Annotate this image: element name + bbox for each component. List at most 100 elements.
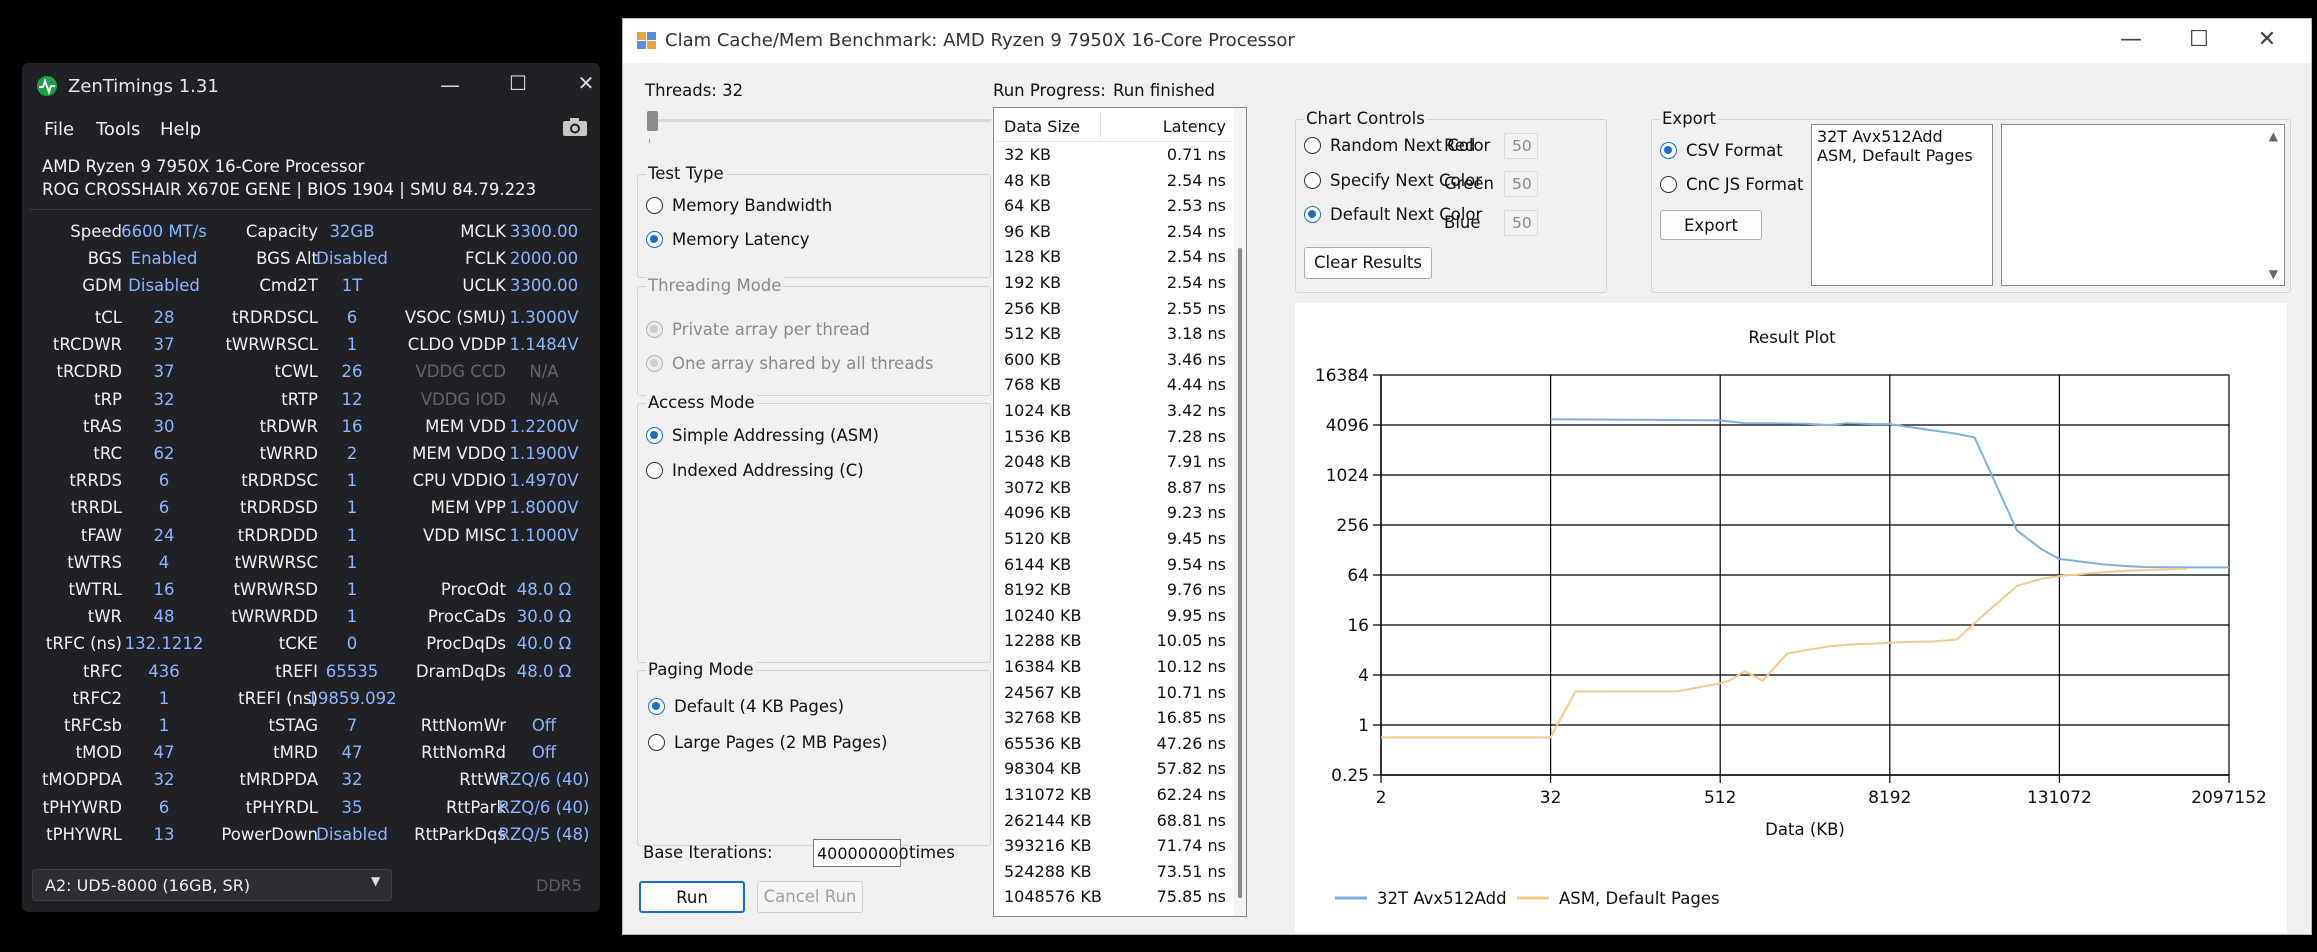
table-row[interactable]: 600 KB 3.46 ns <box>994 347 1234 373</box>
cancel-run-button[interactable]: Cancel Run <box>757 881 863 913</box>
y-tick-label: 1 <box>1358 716 1369 736</box>
cell-latency: 2.54 ns <box>1166 170 1226 190</box>
export-list-item[interactable]: ASM, Default Pages <box>1817 146 1987 165</box>
cell-data-size: 98304 KB <box>1004 759 1082 779</box>
table-row[interactable]: 768 KB 4.44 ns <box>994 372 1234 398</box>
base-iterations-input[interactable]: 400000000 <box>813 839 909 867</box>
test-type-group: Test Type Memory Bandwidth Memory Latenc… <box>637 164 991 278</box>
scroll-down-icon[interactable]: ▼ <box>2269 267 2278 281</box>
timing-value: N/A <box>529 362 559 382</box>
radio-default-pages[interactable]: Default (4 KB Pages) <box>648 697 844 716</box>
table-row[interactable]: 5120 KB 9.45 ns <box>994 526 1234 552</box>
radio-cnc-js-format[interactable]: CnC JS Format <box>1660 175 1803 194</box>
dimm-select[interactable]: A2: UD5-8000 (16GB, SR) ▼ <box>32 869 392 901</box>
scroll-up-icon[interactable]: ▲ <box>2269 129 2278 143</box>
cell-data-size: 512 KB <box>1004 324 1062 344</box>
table-row[interactable]: 16384 KB 10.12 ns <box>994 654 1234 680</box>
x-tick-label: 8192 <box>1868 788 1911 808</box>
table-row[interactable]: 1536 KB 7.28 ns <box>994 424 1234 450</box>
blue-input[interactable]: 50 <box>1504 210 1538 236</box>
close-icon[interactable]: ✕ <box>566 71 606 95</box>
green-input[interactable]: 50 <box>1504 171 1538 197</box>
timing-value: Disabled <box>128 276 200 296</box>
table-row[interactable]: 64 KB 2.53 ns <box>994 193 1234 219</box>
header-latency[interactable]: Latency <box>1163 117 1226 136</box>
timing-value: 4 <box>158 552 170 572</box>
legend-label: ASM, Default Pages <box>1559 889 1720 908</box>
table-row[interactable]: 2048 KB 7.91 ns <box>994 449 1234 475</box>
timing-value: 1 <box>346 498 358 518</box>
clam-app-icon <box>637 32 656 49</box>
menu-help[interactable]: Help <box>160 119 201 140</box>
table-row[interactable]: 65536 KB 47.26 ns <box>994 731 1234 757</box>
table-row[interactable]: 8192 KB 9.76 ns <box>994 577 1234 603</box>
zentimings-window: ZenTimings 1.31 — ☐ ✕ File Tools Help AM… <box>22 63 600 912</box>
radio-csv-format[interactable]: CSV Format <box>1660 141 1783 160</box>
radio-shared-array[interactable]: One array shared by all threads <box>646 354 934 373</box>
timing-value: 1.3000V <box>509 308 579 327</box>
export-legend: Export <box>1660 109 1719 128</box>
menu-tools[interactable]: Tools <box>96 119 140 140</box>
camera-icon[interactable] <box>562 117 588 137</box>
table-row[interactable]: 131072 KB 62.24 ns <box>994 782 1234 808</box>
timing-value: Off <box>531 743 557 763</box>
table-row[interactable]: 256 KB 2.55 ns <box>994 296 1234 322</box>
table-row[interactable]: 24567 KB 10.71 ns <box>994 680 1234 706</box>
timing-value: 30 <box>153 416 175 436</box>
table-row[interactable]: 12288 KB 10.05 ns <box>994 628 1234 654</box>
radio-simple-addressing[interactable]: Simple Addressing (ASM) <box>646 426 879 445</box>
clear-results-button[interactable]: Clear Results <box>1304 247 1432 279</box>
table-row[interactable]: 393216 KB 71.74 ns <box>994 833 1234 859</box>
radio-private-array[interactable]: Private array per thread <box>646 320 870 339</box>
menu-file[interactable]: File <box>44 119 74 140</box>
table-row[interactable]: 1048576 KB 75.85 ns <box>994 884 1234 910</box>
table-row[interactable]: 6144 KB 9.54 ns <box>994 552 1234 578</box>
legend-label: 32T Avx512Add <box>1377 889 1507 908</box>
timing-value: 2 <box>346 444 358 463</box>
export-button[interactable]: Export <box>1660 210 1762 240</box>
table-row[interactable]: 96 KB 2.54 ns <box>994 219 1234 245</box>
table-row[interactable]: 10240 KB 9.95 ns <box>994 603 1234 629</box>
table-row[interactable]: 3072 KB 8.87 ns <box>994 475 1234 501</box>
table-row[interactable]: 192 KB 2.54 ns <box>994 270 1234 296</box>
timing-value: 32GB <box>329 222 375 241</box>
red-label: Red <box>1444 136 1476 155</box>
export-output-text[interactable]: ▲ ▼ <box>2001 124 2285 286</box>
timing-value: 1T <box>341 276 363 296</box>
header-data-size[interactable]: Data Size <box>1004 117 1080 136</box>
export-list[interactable]: 32T Avx512Add ASM, Default Pages <box>1811 124 1993 286</box>
cell-data-size: 3072 KB <box>1004 477 1072 497</box>
table-row[interactable]: 262144 KB 68.81 ns <box>994 808 1234 834</box>
timing-value: 37 <box>153 362 175 382</box>
scrollbar-thumb[interactable] <box>1238 248 1242 898</box>
minimize-icon[interactable]: — <box>430 73 470 97</box>
radio-memory-bandwidth[interactable]: Memory Bandwidth <box>646 196 832 215</box>
table-row[interactable]: 512 KB 3.18 ns <box>994 321 1234 347</box>
run-button[interactable]: Run <box>639 881 745 913</box>
maximize-icon[interactable]: ☐ <box>2179 27 2219 52</box>
radio-memory-latency[interactable]: Memory Latency <box>646 230 810 249</box>
threads-slider-handle[interactable] <box>647 111 658 131</box>
table-row[interactable]: 4096 KB 9.23 ns <box>994 500 1234 526</box>
minimize-icon[interactable]: — <box>2111 27 2151 52</box>
timing-value: 48.0 Ω <box>516 661 572 681</box>
table-row[interactable]: 98304 KB 57.82 ns <box>994 756 1234 782</box>
maximize-icon[interactable]: ☐ <box>498 71 538 95</box>
table-row[interactable]: 48 KB 2.54 ns <box>994 168 1234 194</box>
close-icon[interactable]: ✕ <box>2247 27 2287 52</box>
table-row[interactable]: 524288 KB 73.51 ns <box>994 859 1234 885</box>
series-line-2 <box>1381 567 2187 739</box>
radio-large-pages[interactable]: Large Pages (2 MB Pages) <box>648 733 887 752</box>
table-scrollbar[interactable] <box>1234 108 1246 916</box>
radio-indexed-addressing[interactable]: Indexed Addressing (C) <box>646 461 864 480</box>
export-list-item[interactable]: 32T Avx512Add <box>1817 127 1987 146</box>
table-row[interactable]: 128 KB 2.54 ns <box>994 244 1234 270</box>
table-row[interactable]: 32768 KB 16.85 ns <box>994 705 1234 731</box>
x-tick-label: 2 <box>1376 788 1387 808</box>
red-input[interactable]: 50 <box>1504 133 1538 159</box>
clam-title: Clam Cache/Mem Benchmark: AMD Ryzen 9 79… <box>665 30 1295 51</box>
threads-slider-track[interactable] <box>649 119 991 122</box>
table-row[interactable]: 1024 KB 3.42 ns <box>994 398 1234 424</box>
timing-value: 32 <box>153 770 175 790</box>
table-row[interactable]: 32 KB 0.71 ns <box>994 142 1234 168</box>
